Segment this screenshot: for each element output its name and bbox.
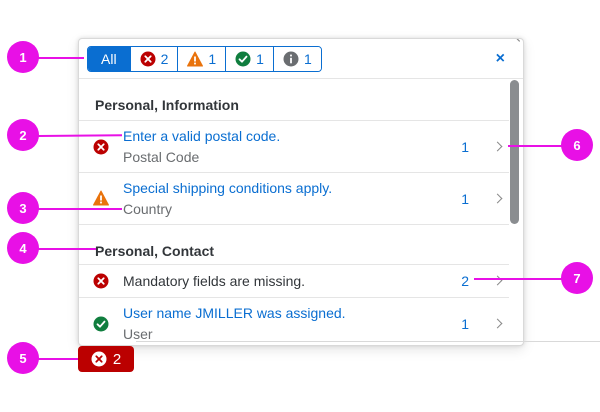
chevron-right-icon [492, 141, 503, 152]
message-count: 1 [461, 139, 469, 155]
message-title: Special shipping conditions apply. [123, 180, 333, 196]
callout-line-5 [38, 358, 78, 360]
message-count: 1 [461, 316, 469, 332]
message-item-postal-code[interactable]: Enter a valid postal code. Postal Code 1 [79, 120, 509, 172]
message-popover-button[interactable]: 2 [78, 346, 134, 372]
chevron-right-icon [492, 318, 503, 329]
callout-line-3 [38, 208, 122, 210]
message-popover: All 2 1 1 1 × Personal, Information Ente… [78, 38, 524, 346]
popover-header: All 2 1 1 1 × [79, 39, 523, 79]
chevron-right-icon [492, 193, 503, 204]
callout-line-1 [38, 57, 84, 59]
filter-info-count: 1 [303, 51, 312, 67]
message-item-mandatory-fields[interactable]: Mandatory fields are missing. 2 [79, 264, 509, 297]
filter-warning-count: 1 [208, 51, 217, 67]
close-button[interactable]: × [496, 51, 505, 67]
callout-line-6 [508, 145, 562, 147]
callout-5: 5 [7, 342, 39, 374]
message-subtitle: User [123, 326, 153, 342]
message-subtitle: Country [123, 201, 173, 217]
message-item-country[interactable]: Special shipping conditions apply. Count… [79, 172, 509, 224]
message-count: 1 [461, 191, 469, 207]
filter-error-button[interactable]: 2 [129, 47, 178, 71]
message-title: Mandatory fields are missing. [123, 273, 306, 289]
group-title-personal-contact: Personal, Contact [95, 243, 215, 259]
scrollbar-thumb[interactable] [510, 80, 519, 224]
message-list: Personal, Information Enter a valid post… [79, 80, 523, 345]
filter-all-label: All [101, 51, 117, 67]
warning-icon [187, 51, 204, 67]
filter-error-count: 2 [160, 51, 169, 67]
error-icon [93, 139, 109, 160]
footer-divider [136, 341, 600, 342]
callout-line-4 [38, 248, 96, 250]
message-subtitle: Postal Code [123, 149, 200, 165]
message-button-count: 2 [112, 350, 122, 368]
filter-success-button[interactable]: 1 [225, 47, 273, 71]
success-icon [235, 51, 251, 67]
filter-warning-button[interactable]: 1 [177, 47, 226, 71]
message-title: User name JMILLER was assigned. [123, 305, 346, 321]
callout-2: 2 [7, 119, 39, 151]
callout-6: 6 [561, 129, 593, 161]
message-item-user[interactable]: User name JMILLER was assigned. User 1 [79, 297, 509, 345]
error-icon [93, 273, 109, 294]
callout-4: 4 [7, 232, 39, 264]
error-icon [91, 351, 107, 367]
group-header: Personal, Contact [79, 224, 509, 264]
info-icon [283, 51, 299, 67]
group-title-personal-information: Personal, Information [95, 97, 239, 113]
callout-1: 1 [7, 41, 39, 73]
callout-7: 7 [561, 262, 593, 294]
callout-3: 3 [7, 192, 39, 224]
callout-line-7 [474, 278, 562, 280]
error-icon [140, 51, 156, 67]
success-icon [93, 316, 109, 337]
message-title: Enter a valid postal code. [123, 128, 281, 144]
filter-info-button[interactable]: 1 [272, 47, 321, 71]
filter-success-count: 1 [256, 51, 264, 67]
message-count: 2 [461, 273, 469, 289]
message-filter-segmented-button: All 2 1 1 1 [87, 46, 322, 72]
filter-all-button[interactable]: All [88, 47, 130, 71]
